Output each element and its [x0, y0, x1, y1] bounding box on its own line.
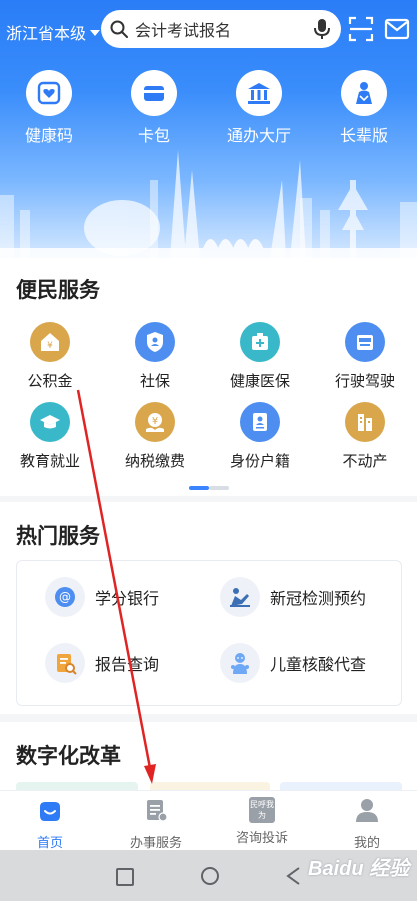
- recent-apps-icon[interactable]: [116, 868, 134, 886]
- quick-elder-mode[interactable]: 长辈版: [324, 70, 404, 146]
- id-registry-icon: [240, 402, 280, 442]
- service-medical-insurance[interactable]: 健康医保: [215, 322, 305, 391]
- svg-text:¥: ¥: [152, 416, 158, 427]
- watermark-logo: Baidu 经验: [308, 858, 410, 880]
- government-hall-icon: [236, 70, 282, 116]
- report-query-icon: [45, 643, 85, 683]
- header-banner: 浙江省本级 会计考试报名 健康码 卡包 通办大厅 长辈版: [0, 0, 417, 258]
- services-icon: [147, 800, 168, 822]
- microphone-icon[interactable]: [313, 18, 331, 40]
- service-driving[interactable]: 行驶驾驶: [320, 322, 410, 391]
- nav-tab-consult[interactable]: 民呼我为 咨询投诉: [222, 797, 302, 846]
- quick-health-code[interactable]: 健康码: [9, 70, 89, 146]
- service-label: 身份户籍: [229, 453, 290, 470]
- covid-test-icon: [220, 577, 260, 617]
- nav-label: 办事服务: [129, 835, 182, 850]
- quick-label: 健康码: [24, 128, 73, 145]
- hot-item-label: 新冠检测预约: [270, 591, 367, 608]
- provident-fund-icon: ¥: [30, 322, 70, 362]
- back-button-icon[interactable]: [285, 866, 301, 886]
- region-selector[interactable]: 浙江省本级: [6, 20, 101, 44]
- driving-license-icon: [345, 322, 385, 362]
- quick-government-hall[interactable]: 通办大厅: [219, 70, 299, 146]
- service-id-registry[interactable]: 身份户籍: [215, 402, 305, 471]
- page-dot: [209, 486, 229, 490]
- page-dot-active: [189, 486, 209, 490]
- digital-card-peek: [150, 782, 270, 790]
- social-security-icon: [135, 322, 175, 362]
- nav-tab-home[interactable]: 首页: [10, 797, 90, 851]
- quick-label: 通办大厅: [226, 128, 291, 145]
- quick-label: 长辈版: [339, 128, 388, 145]
- service-social-security[interactable]: 社保: [110, 322, 200, 391]
- service-label: 不动产: [342, 453, 388, 470]
- quick-label: 卡包: [137, 128, 170, 145]
- child-test-icon: [220, 643, 260, 683]
- section-title: 热门服务: [16, 525, 100, 548]
- hot-item-label: 报告查询: [95, 657, 160, 674]
- search-icon: [110, 20, 128, 38]
- health-code-icon: [26, 70, 72, 116]
- nav-tab-profile[interactable]: 我的: [327, 797, 407, 851]
- digital-card-peek: [16, 782, 138, 790]
- hot-item-credit-bank[interactable]: @ 学分银行: [45, 577, 159, 617]
- hot-item-label: 儿童核酸代查: [270, 657, 367, 674]
- profile-icon: [356, 799, 378, 822]
- bottom-navigation: 首页 办事服务 民呼我为 咨询投诉 我的: [0, 790, 417, 851]
- service-real-estate[interactable]: 不动产: [320, 402, 410, 471]
- hot-item-child-test[interactable]: 儿童核酸代查: [220, 643, 366, 683]
- message-icon[interactable]: [384, 16, 410, 42]
- home-icon: [40, 802, 60, 821]
- medical-insurance-icon: [240, 322, 280, 362]
- section-title: 数字化改革: [16, 745, 121, 768]
- service-label: 教育就业: [19, 453, 80, 470]
- credit-bank-icon: @: [45, 577, 85, 617]
- svg-text:@: @: [59, 590, 71, 604]
- region-label: 浙江省本级: [6, 26, 87, 43]
- quick-card-wallet[interactable]: 卡包: [114, 70, 194, 146]
- education-icon: [30, 402, 70, 442]
- section-title: 便民服务: [16, 279, 100, 302]
- page-indicator: [189, 486, 229, 490]
- card-wallet-icon: [131, 70, 177, 116]
- home-button-icon[interactable]: [201, 867, 219, 885]
- service-label: 社保: [139, 373, 170, 390]
- elder-mode-icon: [341, 70, 387, 116]
- system-navigation-bar: Baidu 经验: [0, 850, 417, 901]
- search-bar[interactable]: 会计考试报名: [101, 10, 341, 48]
- hot-item-report-query[interactable]: 报告查询: [45, 643, 159, 683]
- consult-icon: 民呼我为: [249, 797, 275, 823]
- service-label: 健康医保: [229, 373, 290, 390]
- service-label: 纳税缴费: [124, 453, 185, 470]
- nav-label: 我的: [353, 835, 380, 850]
- nav-tab-services[interactable]: 办事服务: [116, 797, 196, 851]
- hot-item-label: 学分银行: [95, 591, 160, 608]
- service-tax-payment[interactable]: ¥ 纳税缴费: [110, 402, 200, 471]
- service-label: 公积金: [27, 373, 73, 390]
- scan-icon[interactable]: [348, 16, 374, 42]
- nav-label: 首页: [36, 835, 63, 850]
- hot-item-covid-test[interactable]: 新冠检测预约: [220, 577, 366, 617]
- service-label: 行驶驾驶: [334, 373, 395, 390]
- service-education[interactable]: 教育就业: [5, 402, 95, 471]
- nav-label: 咨询投诉: [235, 830, 288, 845]
- dropdown-caret-icon: [90, 30, 101, 36]
- digital-reform-section: 数字化改革: [0, 722, 417, 790]
- search-input[interactable]: 会计考试报名: [135, 17, 313, 41]
- service-provident-fund[interactable]: ¥ 公积金: [5, 322, 95, 391]
- city-skyline-illustration: [0, 150, 417, 258]
- real-estate-icon: [345, 402, 385, 442]
- svg-text:¥: ¥: [47, 341, 53, 351]
- digital-card-peek: [280, 782, 402, 790]
- tax-payment-icon: ¥: [135, 402, 175, 442]
